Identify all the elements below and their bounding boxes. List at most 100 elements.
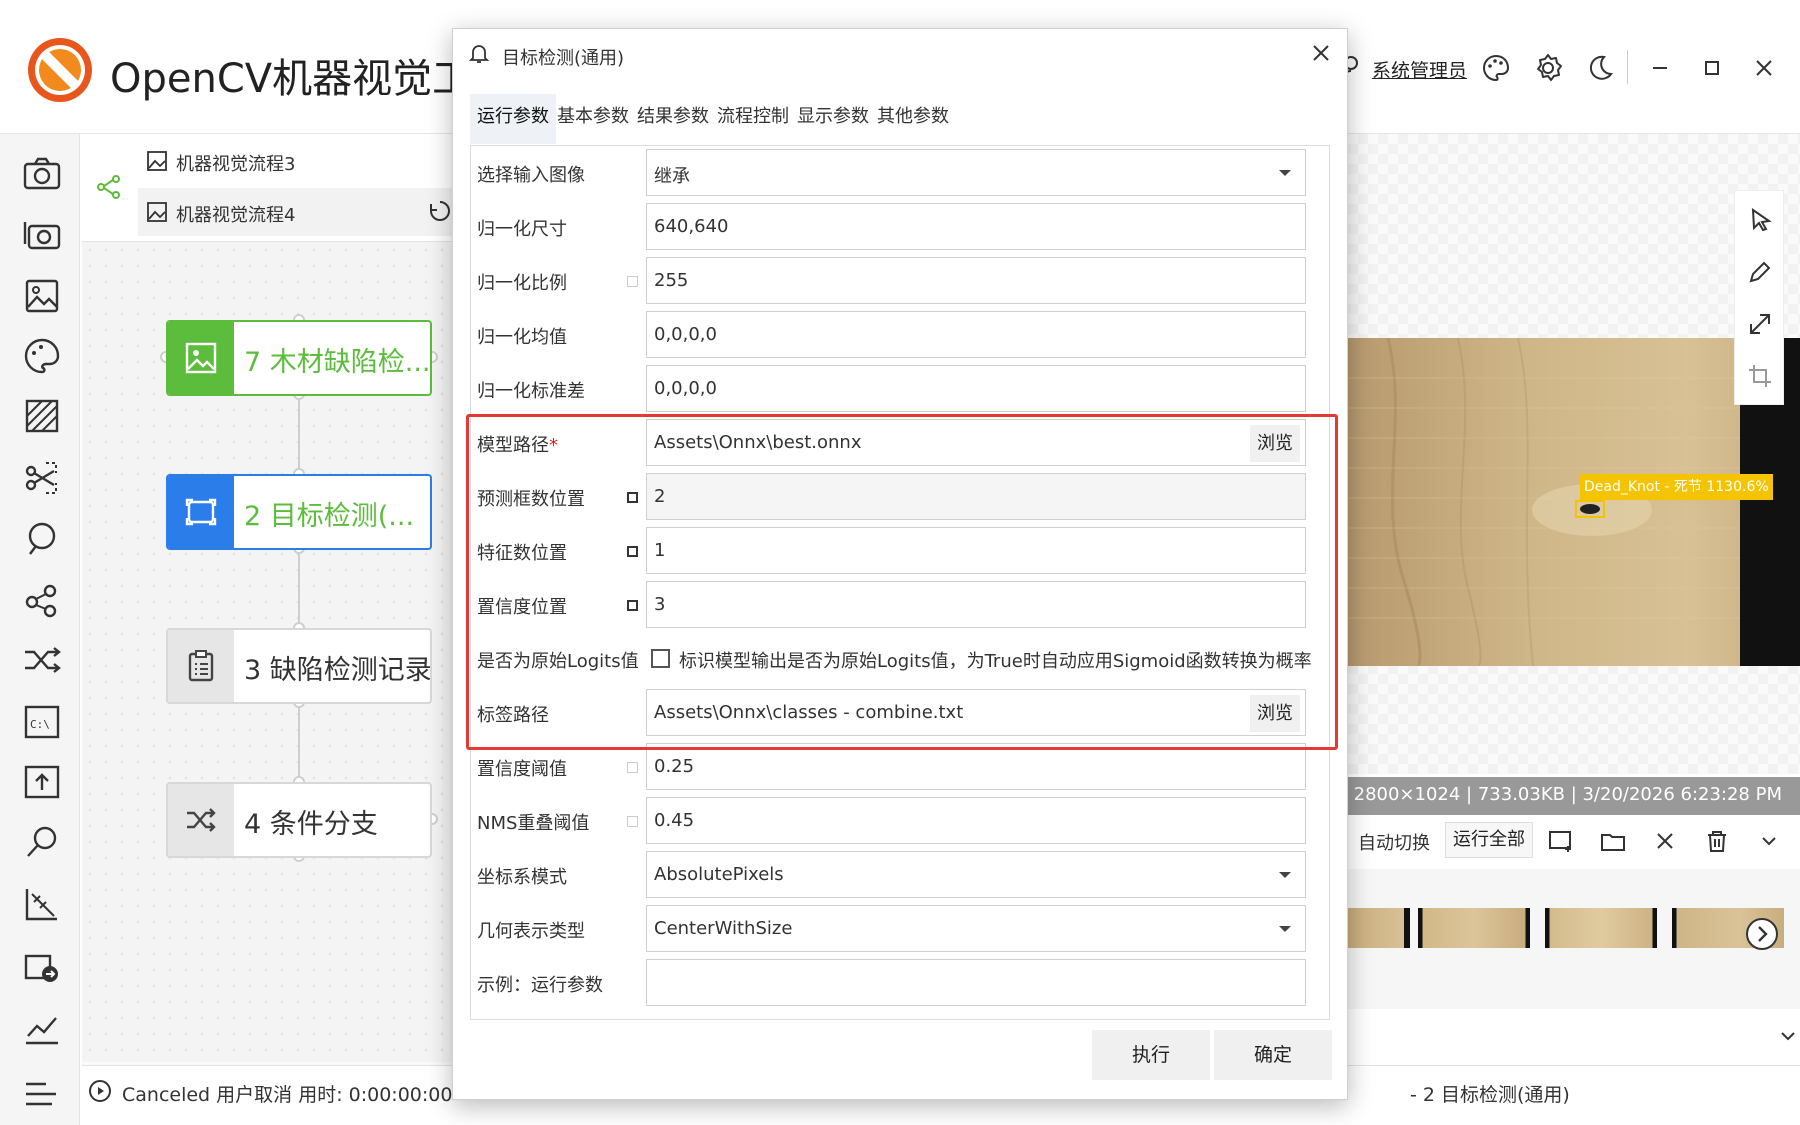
scissors-icon[interactable]	[20, 456, 64, 500]
maximize-icon[interactable]	[1696, 52, 1728, 84]
flow-node-defect-record[interactable]: 3 缺陷检测记录	[166, 628, 432, 704]
remove-icon[interactable]	[1652, 828, 1678, 854]
thumbnail[interactable]	[1545, 908, 1657, 948]
dialog-title: 目标检测(通用)	[502, 48, 625, 69]
add-image-icon[interactable]	[1548, 828, 1574, 854]
param-row: NMS重叠阈值 0.45	[471, 794, 1329, 848]
thumbnail[interactable]	[1418, 908, 1530, 948]
param-row: 选择输入图像 继承	[471, 146, 1329, 200]
filter-icon[interactable]	[20, 394, 64, 438]
menu-icon[interactable]	[20, 1072, 64, 1116]
pin-checkbox[interactable]	[627, 276, 638, 287]
param-row: 几何表示类型 CenterWithSize	[471, 902, 1329, 956]
user-name-link[interactable]: 系统管理员	[1372, 56, 1467, 83]
param-row: 示例：运行参数	[471, 956, 1329, 1010]
flow-node-wood-defect[interactable]: 7 木材缺陷检...	[166, 320, 432, 396]
flow-tab-4[interactable]: 机器视觉流程4	[176, 201, 295, 227]
pin-checkbox[interactable]	[627, 816, 638, 827]
detection-label: Dead_Knot - 死节 1130.6%	[1580, 474, 1773, 500]
flow-image-icon	[146, 201, 168, 223]
image-info: 2800×1024 | 733.03KB | 3/20/2026 6:23:28…	[1348, 777, 1800, 815]
moon-icon[interactable]	[1584, 52, 1616, 84]
crop-icon[interactable]	[1746, 362, 1774, 390]
param-label: 归一化比例	[477, 273, 567, 294]
shuffle-icon[interactable]	[20, 638, 64, 682]
flow-node-condition-branch[interactable]: 4 条件分支	[166, 782, 432, 858]
nms-threshold-input[interactable]: 0.45	[646, 797, 1306, 844]
normalize-mean-input[interactable]: 0,0,0,0	[646, 311, 1306, 358]
confidence-threshold-input[interactable]: 0.25	[646, 743, 1306, 790]
example-run-param-input[interactable]	[646, 959, 1306, 1006]
param-label: 选择输入图像	[477, 165, 585, 186]
tab-other-params[interactable]: 其他参数	[870, 94, 956, 144]
next-arrow-icon[interactable]	[1746, 918, 1778, 950]
confirm-button[interactable]: 确定	[1214, 1030, 1332, 1080]
caret-down-icon	[1279, 170, 1291, 176]
terminal-icon[interactable]: C:\	[20, 700, 64, 744]
normalize-scale-input[interactable]: 255	[646, 257, 1306, 304]
param-row: 归一化尺寸 640,640	[471, 200, 1329, 254]
minimize-icon[interactable]	[1644, 52, 1676, 84]
chevron-down-icon[interactable]	[1776, 1024, 1800, 1048]
caret-down-icon	[1279, 926, 1291, 932]
coordinate-mode-select[interactable]: AbsolutePixels	[646, 851, 1306, 898]
transfer-icon[interactable]	[20, 944, 64, 988]
bell-icon	[468, 42, 490, 64]
param-label: 归一化均值	[477, 327, 567, 348]
node-label: 4 条件分支	[244, 809, 378, 840]
flow-tab-3[interactable]: 机器视觉流程3	[176, 150, 295, 176]
node-label: 7 木材缺陷检...	[244, 347, 431, 378]
tab-run-params[interactable]: 运行参数	[470, 94, 556, 144]
camera-icon[interactable]	[20, 152, 64, 196]
connector	[298, 702, 300, 782]
pin-checkbox[interactable]	[627, 762, 638, 773]
flow-image-icon	[146, 150, 168, 172]
upload-icon[interactable]	[20, 760, 64, 804]
tab-result-params[interactable]: 结果参数	[630, 94, 716, 144]
trash-icon[interactable]	[1704, 828, 1730, 854]
highlight-frame	[466, 414, 1338, 750]
gear-icon[interactable]	[1532, 52, 1564, 84]
chart-icon[interactable]	[20, 1006, 64, 1050]
run-all-button[interactable]: 运行全部	[1445, 822, 1533, 858]
normalize-std-input[interactable]: 0,0,0,0	[646, 365, 1306, 412]
chevron-down-icon[interactable]	[1756, 828, 1782, 854]
geometry-type-select[interactable]: CenterWithSize	[646, 905, 1306, 952]
palette-icon[interactable]	[1480, 52, 1512, 84]
execute-button[interactable]: 执行	[1092, 1030, 1210, 1080]
image-icon[interactable]	[20, 274, 64, 318]
select-value: 继承	[654, 166, 690, 187]
pointer-icon[interactable]	[1746, 206, 1774, 234]
color-palette-icon[interactable]	[20, 334, 64, 378]
tab-flow-control[interactable]: 流程控制	[710, 94, 796, 144]
image-icon	[168, 322, 234, 394]
caret-down-icon	[1279, 872, 1291, 878]
multi-camera-icon[interactable]	[20, 212, 64, 256]
folder-icon[interactable]	[1600, 828, 1626, 854]
share-icon[interactable]	[96, 174, 122, 200]
param-label: NMS重叠阈值	[477, 813, 590, 834]
blob-icon[interactable]	[20, 578, 64, 622]
search-shape-icon[interactable]	[20, 516, 64, 560]
dialog-tabs: 运行参数 基本参数 结果参数 流程控制 显示参数 其他参数	[470, 94, 1330, 144]
tab-basic-params[interactable]: 基本参数	[550, 94, 636, 144]
node-label: 2 目标检测(...	[244, 501, 415, 532]
normalize-size-input[interactable]: 640,640	[646, 203, 1306, 250]
input-image-select[interactable]: 继承	[646, 149, 1306, 196]
close-icon[interactable]	[1748, 52, 1780, 84]
wood-image	[1348, 338, 1800, 666]
param-row: 归一化标准差 0,0,0,0	[471, 362, 1329, 416]
flow-node-object-detection[interactable]: 2 目标检测(...	[166, 474, 432, 550]
node-label: 3 缺陷检测记录	[244, 655, 432, 686]
shuffle-icon	[168, 784, 234, 856]
thumbnail[interactable]	[1348, 908, 1404, 948]
search-icon[interactable]	[20, 820, 64, 864]
param-label: 几何表示类型	[477, 921, 585, 942]
pen-icon[interactable]	[1746, 258, 1774, 286]
tab-display-params[interactable]: 显示参数	[790, 94, 876, 144]
expand-icon[interactable]	[1746, 310, 1774, 338]
measure-icon[interactable]	[20, 882, 64, 926]
refresh-icon[interactable]	[428, 198, 452, 224]
auto-switch-toggle[interactable]: 自动切换	[1358, 829, 1430, 855]
dialog-close-icon[interactable]	[1308, 40, 1334, 66]
